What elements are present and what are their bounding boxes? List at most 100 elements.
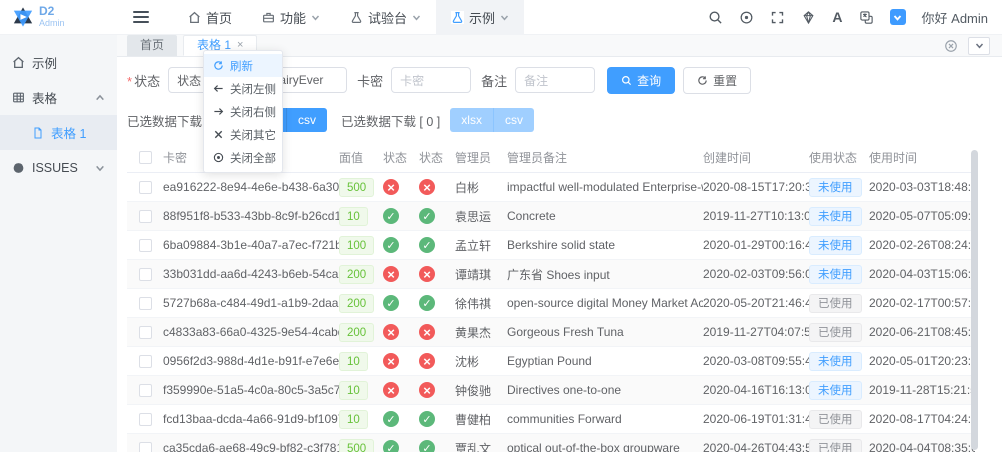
d2-logo-icon bbox=[12, 6, 34, 28]
use-status-badge: 未使用 bbox=[809, 380, 862, 400]
table-row: 0956f2d3-988d-4d1e-b91f-e7e6e4d64127 10 … bbox=[127, 347, 975, 376]
menu-item-close-others[interactable]: 关闭其它 bbox=[204, 123, 282, 146]
download-csv-button-disabled[interactable]: csv bbox=[492, 108, 534, 132]
cell-used: 2020-02-26T08:24:13... bbox=[869, 238, 975, 252]
search-icon[interactable] bbox=[708, 10, 723, 25]
use-status-badge: 未使用 bbox=[809, 264, 862, 284]
cell-kami: f359990e-51a5-4c0a-80c5-3a5c70e5f014 bbox=[163, 383, 339, 397]
cell-admin: 黄果杰 bbox=[455, 325, 492, 340]
table-body: ea916222-8e94-4e6e-b438-6a3096280f19 500… bbox=[127, 173, 975, 452]
search-button[interactable]: 查询 bbox=[607, 66, 676, 94]
table-icon bbox=[13, 92, 24, 103]
table-row: c4833a83-66a0-4325-9e54-4cabd8d2b58e 200… bbox=[127, 318, 975, 347]
user-greeting[interactable]: 你好 Admin bbox=[922, 8, 988, 27]
download-xlsx-button-disabled[interactable]: xlsx bbox=[450, 108, 493, 132]
status-icon bbox=[419, 179, 435, 195]
cell-created: 2020-08-15T17:20:38... bbox=[703, 180, 809, 194]
status-icon bbox=[419, 382, 435, 398]
menu-item-close-left[interactable]: 关闭左侧 bbox=[204, 77, 282, 100]
app-logo: D2 Admin bbox=[0, 5, 117, 28]
arrow-left-icon bbox=[213, 85, 223, 92]
cell-admin: 白彬 bbox=[455, 180, 480, 195]
use-status-badge: 未使用 bbox=[809, 235, 862, 255]
value-badge: 10 bbox=[339, 206, 368, 226]
home-icon bbox=[188, 10, 201, 24]
vertical-scrollbar[interactable] bbox=[971, 150, 978, 450]
close-all-tabs-icon[interactable] bbox=[944, 39, 958, 53]
kami-label: 卡密 bbox=[357, 73, 384, 89]
row-checkbox[interactable] bbox=[138, 383, 152, 397]
cell-kami: ca35cda6-ae68-49c9-bf82-c3f781204d03 bbox=[163, 441, 339, 452]
remark-input[interactable]: 备注 bbox=[515, 67, 596, 93]
status-icon bbox=[383, 382, 399, 398]
sidebar-item-table-1[interactable]: 表格 1 bbox=[0, 115, 117, 150]
cell-admin: 袁思运 bbox=[455, 209, 492, 224]
sidebar-item-demo[interactable]: 示例 bbox=[0, 45, 117, 80]
row-checkbox[interactable] bbox=[138, 412, 152, 426]
value-badge: 200 bbox=[339, 293, 375, 313]
kami-input[interactable]: 卡密 bbox=[391, 67, 472, 93]
cell-used: 2020-02-17T00:57:28... bbox=[869, 296, 975, 310]
logo-title: D2 bbox=[39, 4, 55, 19]
font-size-icon[interactable]: A bbox=[832, 9, 842, 25]
menu-item-close-right[interactable]: 关闭右侧 bbox=[204, 100, 282, 123]
status-icon bbox=[383, 411, 399, 427]
cell-created: 2020-03-08T09:55:43... bbox=[703, 354, 809, 368]
nav-item-demo[interactable]: 示例 bbox=[436, 0, 525, 35]
logo-subtitle: Admin bbox=[39, 17, 65, 28]
sidebar-item-issues[interactable]: ISSUES bbox=[0, 150, 117, 185]
tab-options-button[interactable] bbox=[968, 36, 990, 55]
col-created: 创建时间 bbox=[703, 151, 752, 165]
status-icon bbox=[383, 353, 399, 369]
fullscreen-icon[interactable] bbox=[770, 10, 785, 25]
cell-admin: 钟俊驰 bbox=[455, 383, 492, 398]
cell-used: 2020-08-17T04:24:06... bbox=[869, 412, 975, 426]
download-csv-button[interactable]: csv bbox=[285, 108, 327, 132]
status-icon bbox=[383, 179, 399, 195]
menu-toggle-icon[interactable] bbox=[133, 11, 149, 23]
row-checkbox[interactable] bbox=[138, 296, 152, 310]
row-checkbox[interactable] bbox=[138, 325, 152, 339]
cell-admin-remark: open-source digital Money Market Account bbox=[507, 296, 703, 310]
cell-admin-remark: Berkshire solid state bbox=[507, 238, 616, 252]
status-icon bbox=[419, 411, 435, 427]
select-all-checkbox[interactable] bbox=[138, 151, 152, 164]
menu-item-refresh[interactable]: 刷新 bbox=[204, 54, 282, 77]
theme-icon[interactable] bbox=[801, 10, 816, 25]
reset-button[interactable]: 重置 bbox=[683, 66, 752, 94]
row-checkbox[interactable] bbox=[138, 267, 152, 281]
use-status-badge: 已使用 bbox=[809, 293, 862, 313]
sidebar-item-table[interactable]: 表格 bbox=[0, 80, 117, 115]
menu-item-close-all[interactable]: 关闭全部 bbox=[204, 146, 282, 169]
status-icon bbox=[383, 237, 399, 253]
translate-icon[interactable] bbox=[859, 10, 874, 25]
table-row: 6ba09884-3b1e-40a7-a7ec-f721b946343c 100… bbox=[127, 231, 975, 260]
chevron-down-icon bbox=[311, 15, 320, 21]
cell-used: 2020-06-21T08:45:37... bbox=[869, 325, 975, 339]
cell-kami: 6ba09884-3b1e-40a7-a7ec-f721b946343c bbox=[163, 238, 339, 252]
cell-created: 2020-05-20T21:46:45... bbox=[703, 296, 809, 310]
row-checkbox[interactable] bbox=[138, 180, 152, 194]
cell-admin-remark: Egyptian Pound bbox=[507, 354, 592, 368]
row-checkbox[interactable] bbox=[138, 354, 152, 368]
color-swatch-icon[interactable] bbox=[889, 9, 906, 25]
row-checkbox[interactable] bbox=[138, 209, 152, 223]
col-admin: 管理员 bbox=[455, 151, 492, 165]
flask-icon bbox=[451, 10, 465, 24]
cell-kami: 33b031dd-aa6d-4243-b6eb-54ca3721bc7c bbox=[163, 267, 339, 281]
search-icon bbox=[622, 75, 632, 85]
status-icon bbox=[419, 295, 435, 311]
status-icon bbox=[419, 237, 435, 253]
target-icon[interactable] bbox=[739, 10, 754, 25]
use-status-badge: 未使用 bbox=[809, 351, 862, 371]
row-checkbox[interactable] bbox=[138, 441, 152, 452]
value-badge: 10 bbox=[339, 351, 368, 371]
cell-admin: 覃乱文 bbox=[455, 441, 492, 452]
home-icon bbox=[13, 56, 24, 69]
nav-item-home[interactable]: 首页 bbox=[173, 0, 247, 35]
flask-icon bbox=[350, 10, 364, 24]
nav-item-features[interactable]: 功能 bbox=[247, 0, 335, 35]
nav-item-playground[interactable]: 试验台 bbox=[335, 0, 436, 35]
row-checkbox[interactable] bbox=[138, 238, 152, 252]
tab-home[interactable]: 首页 bbox=[127, 35, 178, 56]
